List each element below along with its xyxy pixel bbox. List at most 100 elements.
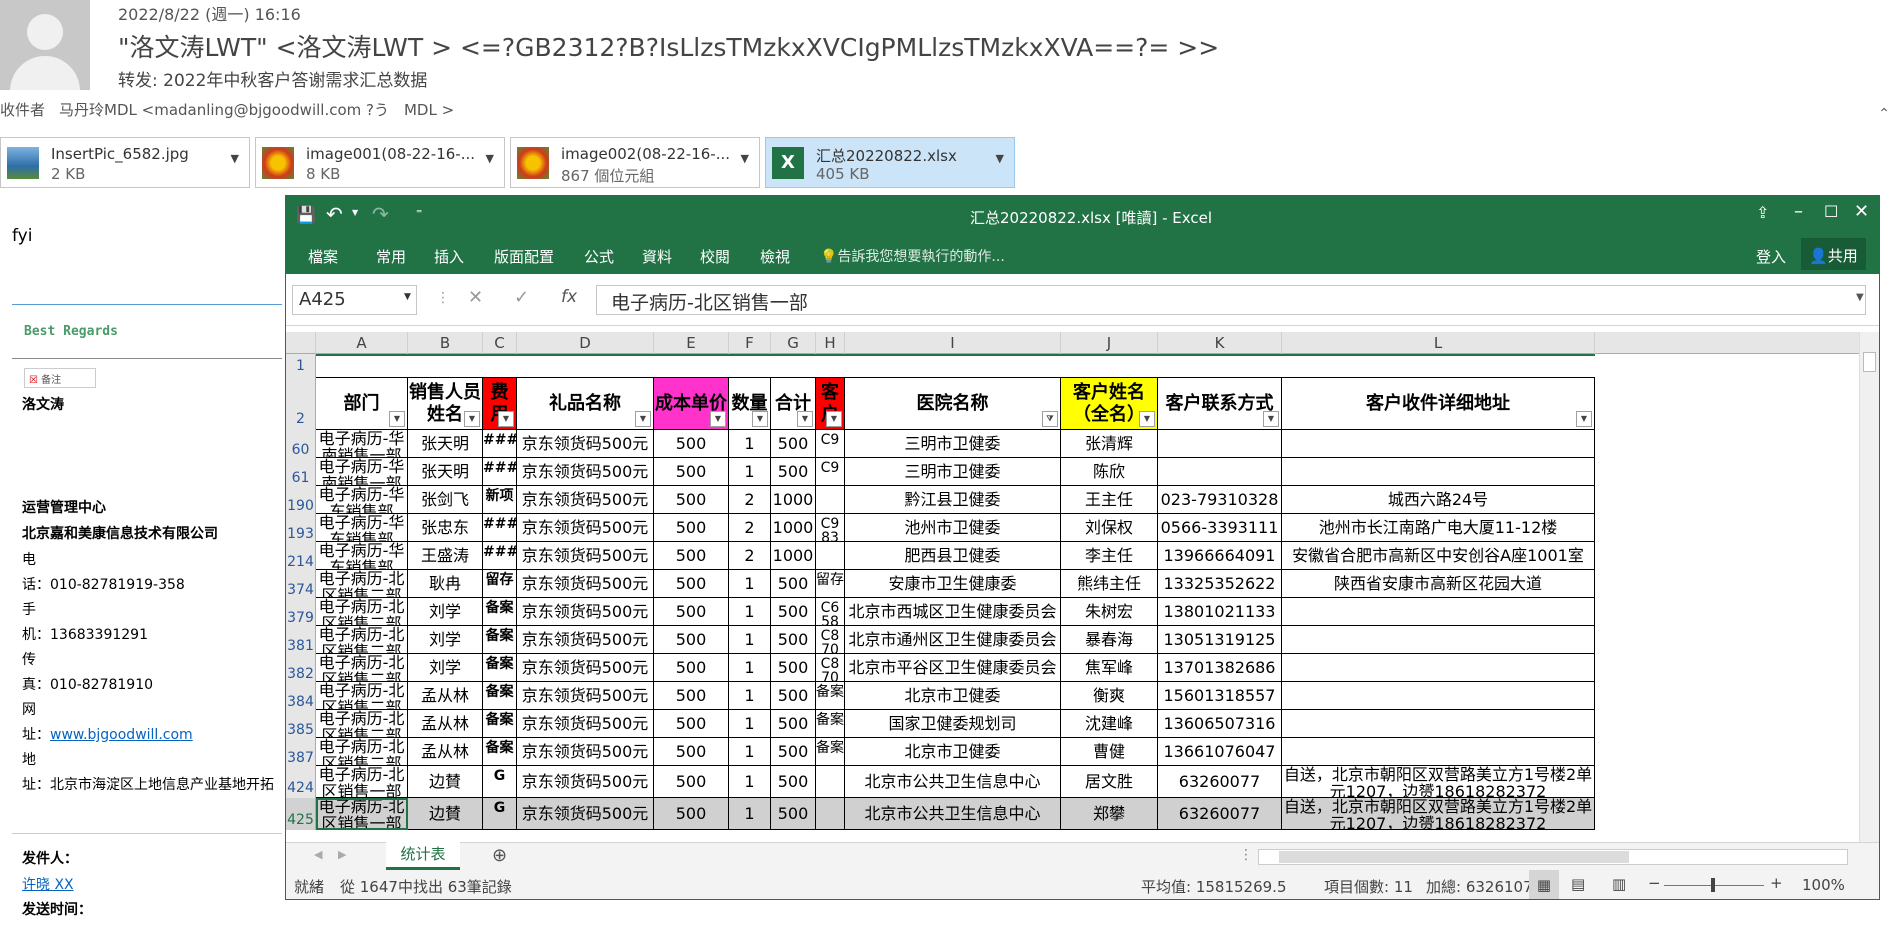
cell-k[interactable]: 0566-3393111 — [1158, 514, 1282, 542]
cell-e[interactable]: 500 — [654, 738, 729, 766]
cell-j[interactable]: 王主任 — [1061, 486, 1158, 514]
customize-qat-icon[interactable]: ⁼ — [416, 206, 422, 220]
cell-h[interactable]: C8 70 — [816, 626, 845, 654]
cell-k[interactable]: 13966664091 — [1158, 542, 1282, 570]
cell-d[interactable]: 京东领货码500元 — [517, 430, 654, 458]
spreadsheet-grid[interactable]: ABCDEFGHIJKL12部门▼销售人员姓名▼费用▼礼品名称▼成本单价▼数量▼… — [286, 332, 1861, 842]
cell-h[interactable]: C9 83 — [816, 514, 845, 542]
cell-g[interactable]: 500 — [771, 710, 816, 738]
tab-file[interactable]: 檔案 — [308, 246, 338, 267]
ribbon-display-icon[interactable]: ⇪ — [1756, 203, 1769, 222]
insert-function-button[interactable]: fx — [561, 287, 577, 307]
prev-sheet-icon[interactable]: ◀ — [314, 848, 322, 861]
cell-l[interactable] — [1282, 430, 1595, 458]
tab-data[interactable]: 資料 — [642, 246, 672, 267]
cell-e[interactable]: 500 — [654, 682, 729, 710]
cell-d[interactable]: 京东领货码500元 — [517, 766, 654, 798]
attachment-xlsx[interactable]: X 汇总20220822.xlsx 405 KB ▼ — [765, 137, 1015, 188]
cell-j[interactable]: 郑攀 — [1061, 798, 1158, 830]
filter-dropdown-icon[interactable]: ▼ — [464, 411, 480, 427]
attachment-insertpic[interactable]: InsertPic_6582.jpg 2 KB ▼ — [0, 137, 250, 188]
cell-j[interactable]: 衡爽 — [1061, 682, 1158, 710]
cell-f[interactable]: 1 — [729, 738, 771, 766]
expand-formula-icon[interactable]: ▼ — [1856, 292, 1864, 303]
cell-j[interactable]: 刘保权 — [1061, 514, 1158, 542]
row-header[interactable]: 384 — [286, 682, 316, 710]
column-header[interactable]: E — [654, 332, 729, 354]
cell-c[interactable]: 备案 — [483, 598, 517, 626]
cell-g[interactable]: 500 — [771, 430, 816, 458]
cell-g[interactable]: 500 — [771, 598, 816, 626]
cell-h[interactable]: 备案 — [816, 682, 845, 710]
cell-d[interactable]: 京东领货码500元 — [517, 738, 654, 766]
cell-j[interactable]: 暴春海 — [1061, 626, 1158, 654]
cell-i[interactable]: 北京市卫健委 — [845, 738, 1061, 766]
zoom-level[interactable]: 100% — [1802, 876, 1845, 894]
cell-b[interactable]: 刘学 — [408, 626, 483, 654]
tab-formulas[interactable]: 公式 — [584, 246, 614, 267]
cell-i[interactable]: 北京市公共卫生信息中心 — [845, 766, 1061, 798]
sign-in-link[interactable]: 登入 — [1756, 246, 1786, 267]
cell-e[interactable]: 500 — [654, 598, 729, 626]
chevron-down-icon[interactable]: ▼ — [486, 152, 494, 165]
cell-b[interactable]: 张天明 — [408, 430, 483, 458]
cell-f[interactable]: 1 — [729, 682, 771, 710]
cell-a[interactable]: 电子病历-北区销售二部 — [316, 682, 408, 710]
cell-c[interactable]: 备案 — [483, 654, 517, 682]
cell-h[interactable]: C6 58 — [816, 598, 845, 626]
cell-c[interactable]: 备案 — [483, 710, 517, 738]
filter-dropdown-icon[interactable]: ▼ — [1576, 411, 1592, 427]
chevron-down-icon[interactable]: ▼ — [996, 152, 1004, 165]
cell-k[interactable]: 023-79310328 — [1158, 486, 1282, 514]
cell-k[interactable]: 63260077 — [1158, 798, 1282, 830]
filter-dropdown-icon[interactable]: ▼ — [1263, 411, 1279, 427]
cell-h[interactable]: C8 70 — [816, 654, 845, 682]
cell-e[interactable]: 500 — [654, 570, 729, 598]
cell-a[interactable]: 电子病历-华东销售部 — [316, 514, 408, 542]
undo-dropdown-icon[interactable]: ▼ — [352, 208, 358, 217]
cell-i[interactable]: 北京市卫健委 — [845, 682, 1061, 710]
cell-j[interactable]: 陈欣 — [1061, 458, 1158, 486]
formula-options-icon[interactable]: ⋮ — [436, 290, 450, 306]
filter-dropdown-icon[interactable]: ▼ — [389, 411, 405, 427]
cell-g[interactable]: 1000 — [771, 486, 816, 514]
horizontal-scrollbar[interactable] — [1258, 849, 1848, 865]
cell-i[interactable]: 北京市公共卫生信息中心 — [845, 798, 1061, 830]
cell-k[interactable]: 13325352622 — [1158, 570, 1282, 598]
select-all-corner[interactable] — [286, 332, 316, 354]
undo-icon[interactable]: ↶ — [326, 202, 343, 226]
cell-l[interactable] — [1282, 598, 1595, 626]
attachment-image001[interactable]: image001(08-22-16-... 8 KB ▼ — [255, 137, 505, 188]
add-sheet-icon[interactable]: ⊕ — [492, 845, 507, 866]
chevron-down-icon[interactable]: ▼ — [741, 152, 749, 165]
row-header[interactable]: 387 — [286, 738, 316, 766]
cell-a[interactable]: 电子病历-北区销售二部 — [316, 710, 408, 738]
cell-k[interactable]: 13606507316 — [1158, 710, 1282, 738]
cell-a[interactable]: 电子病历-北区销售二部 — [316, 738, 408, 766]
cell-f[interactable]: 1 — [729, 766, 771, 798]
cell-c[interactable]: ### — [483, 542, 517, 570]
cell-j[interactable]: 朱树宏 — [1061, 598, 1158, 626]
row-header[interactable]: 374 — [286, 570, 316, 598]
cell-h[interactable]: C9 — [816, 458, 845, 486]
normal-view-icon[interactable]: ▦ — [1529, 870, 1559, 899]
cell-h[interactable]: 备案 — [816, 710, 845, 738]
close-icon[interactable]: ✕ — [1854, 201, 1869, 222]
cell-e[interactable]: 500 — [654, 654, 729, 682]
cell-k[interactable]: 15601318557 — [1158, 682, 1282, 710]
row-header[interactable]: 1 — [286, 354, 316, 378]
row-header[interactable]: 2 — [286, 378, 316, 430]
cell-c[interactable]: 备案 — [483, 738, 517, 766]
cell-k[interactable]: 13801021133 — [1158, 598, 1282, 626]
cell-i[interactable]: 黔江县卫健委 — [845, 486, 1061, 514]
cell-h[interactable]: 备案 — [816, 738, 845, 766]
cell-c[interactable]: G — [483, 766, 517, 798]
enter-icon[interactable]: ✓ — [514, 287, 529, 308]
cell-f[interactable]: 1 — [729, 798, 771, 830]
row-header[interactable]: 190 — [286, 486, 316, 514]
column-header[interactable]: A — [316, 332, 408, 354]
cell-f[interactable]: 2 — [729, 514, 771, 542]
cell-g[interactable]: 500 — [771, 458, 816, 486]
cell-l[interactable] — [1282, 682, 1595, 710]
filter-dropdown-icon[interactable]: ▼ — [1139, 411, 1155, 427]
